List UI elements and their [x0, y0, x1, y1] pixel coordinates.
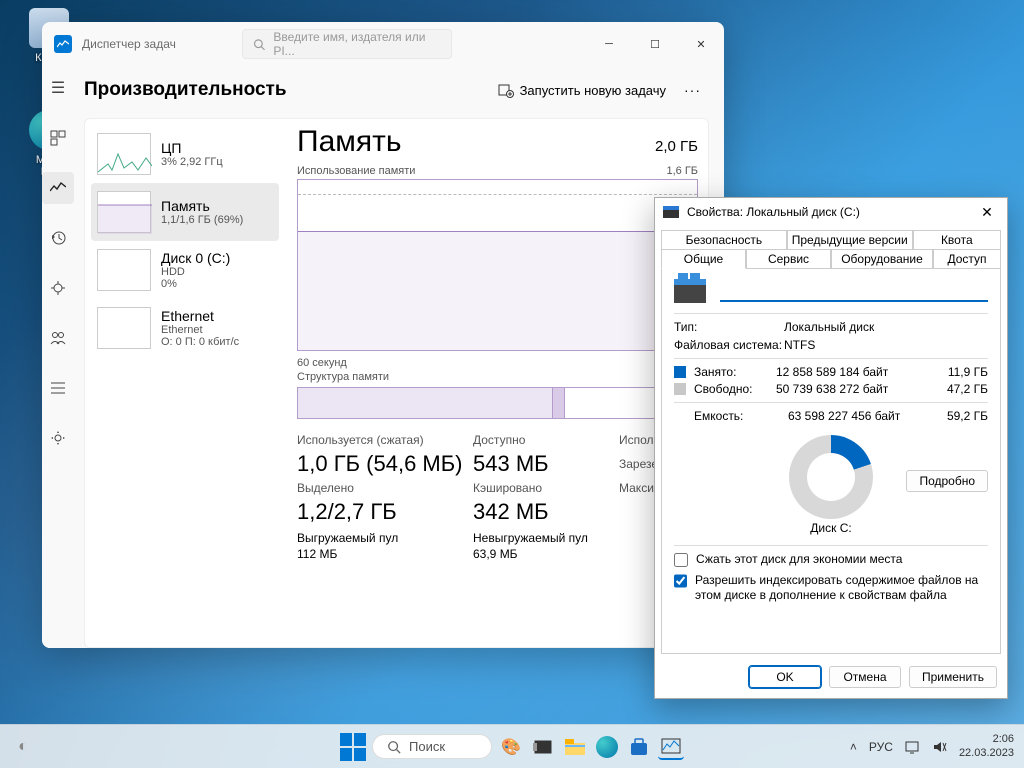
taskbar-app-paint[interactable]: 🎨 [498, 734, 524, 760]
tab-quota[interactable]: Квота [913, 230, 1001, 250]
ok-button[interactable]: OK [749, 666, 821, 688]
perf-item-disk[interactable]: Диск 0 (C:)HDD0% [91, 241, 279, 299]
nav-services[interactable] [42, 422, 74, 454]
search-icon [253, 38, 265, 51]
window-title: Диспетчер задач [82, 37, 222, 51]
search-box[interactable]: Введите имя, издателя или PI... [242, 29, 452, 59]
nav-performance[interactable] [42, 172, 74, 204]
free-space-row: Свободно: 50 739 638 272 байт 47,2 ГБ [674, 382, 988, 396]
nav-processes[interactable] [42, 122, 74, 154]
tab-strip: Безопасность Предыдущие версии Квота Общ… [655, 230, 1007, 268]
hamburger-button[interactable]: ☰ [42, 72, 74, 104]
perf-item-memory[interactable]: Память1,1/1,6 ГБ (69%) [91, 183, 279, 241]
nav-startup[interactable] [42, 272, 74, 304]
compress-checkbox[interactable]: Сжать этот диск для экономии места [674, 552, 988, 568]
tray-volume-icon[interactable] [933, 740, 947, 754]
perf-sidebar: ЦП3% 2,92 ГГц Память1,1/1,6 ГБ (69%) Дис… [85, 119, 285, 647]
run-icon [498, 82, 514, 98]
tray-clock[interactable]: 2:06 22.03.2023 [959, 733, 1014, 759]
tab-security[interactable]: Безопасность [661, 230, 787, 250]
tab-hardware[interactable]: Оборудование [831, 249, 933, 269]
disk-label: Диск C: [810, 521, 851, 535]
memory-graph [297, 179, 698, 351]
index-checkbox[interactable]: Разрешить индексировать содержимое файло… [674, 573, 988, 604]
drive-large-icon [674, 279, 706, 303]
nav-details[interactable] [42, 372, 74, 404]
tray-chevron[interactable]: ˄ [850, 740, 857, 754]
taskbar: ◐ Поиск 🎨 ˄ РУС 2:06 22.03.2023 [0, 724, 1024, 768]
memory-composition [297, 387, 698, 419]
close-button[interactable]: ✕ [975, 204, 999, 221]
cleanup-button[interactable]: Подробно [906, 470, 988, 492]
apply-button[interactable]: Применить [909, 666, 997, 688]
widgets-button[interactable]: ◐ [10, 734, 36, 760]
titlebar[interactable]: Диспетчер задач Введите имя, издателя ил… [42, 22, 724, 66]
task-manager-window: Диспетчер задач Введите имя, издателя ил… [42, 22, 724, 648]
tray-lang[interactable]: РУС [869, 740, 893, 754]
tray-network-icon[interactable] [905, 740, 921, 754]
perf-item-ethernet[interactable]: EthernetEthernetО: 0 П: 0 кбит/с [91, 299, 279, 357]
tab-sharing[interactable]: Доступ [933, 249, 1001, 269]
tab-tools[interactable]: Сервис [746, 249, 831, 269]
search-placeholder: Введите имя, издателя или PI... [273, 30, 441, 58]
cancel-button[interactable]: Отмена [829, 666, 901, 688]
taskbar-search[interactable]: Поиск [372, 734, 492, 759]
drive-name-input[interactable] [720, 280, 988, 302]
tab-prev-versions[interactable]: Предыдущие версии [787, 230, 913, 250]
perf-item-cpu[interactable]: ЦП3% 2,92 ГГц [91, 125, 279, 183]
taskbar-app-edge[interactable] [594, 734, 620, 760]
run-new-task-button[interactable]: Запустить новую задачу [488, 76, 676, 104]
detail-capacity: 2,0 ГБ [655, 138, 698, 155]
dialog-titlebar[interactable]: Свойства: Локальный диск (C:) ✕ [655, 198, 1007, 226]
drive-properties-dialog: Свойства: Локальный диск (C:) ✕ Безопасн… [654, 197, 1008, 699]
maximize-button[interactable]: ☐ [632, 22, 678, 66]
more-button[interactable]: ··· [676, 78, 709, 102]
taskbar-app-taskmanager[interactable] [658, 734, 684, 760]
used-space-row: Занято: 12 858 589 184 байт 11,9 ГБ [674, 365, 988, 379]
taskbar-app-store[interactable] [626, 734, 652, 760]
page-title: Производительность [84, 79, 287, 101]
nav-rail: ☰ [42, 66, 74, 648]
taskview-button[interactable] [530, 734, 556, 760]
app-icon [54, 35, 72, 53]
detail-title: Память [297, 125, 402, 159]
start-button[interactable] [340, 734, 366, 760]
search-icon [387, 740, 401, 754]
nav-users[interactable] [42, 322, 74, 354]
perf-detail: Память 2,0 ГБ Использование памяти1,6 ГБ… [285, 119, 708, 647]
tab-general[interactable]: Общие [661, 249, 746, 269]
usage-pie [789, 435, 873, 519]
capacity-row: Емкость: 63 598 227 456 байт 59,2 ГБ [674, 409, 988, 423]
close-button[interactable]: ✕ [678, 22, 724, 66]
minimize-button[interactable]: ─ [586, 22, 632, 66]
dialog-title: Свойства: Локальный диск (C:) [687, 205, 975, 219]
nav-history[interactable] [42, 222, 74, 254]
drive-icon [663, 206, 679, 218]
taskbar-app-explorer[interactable] [562, 734, 588, 760]
